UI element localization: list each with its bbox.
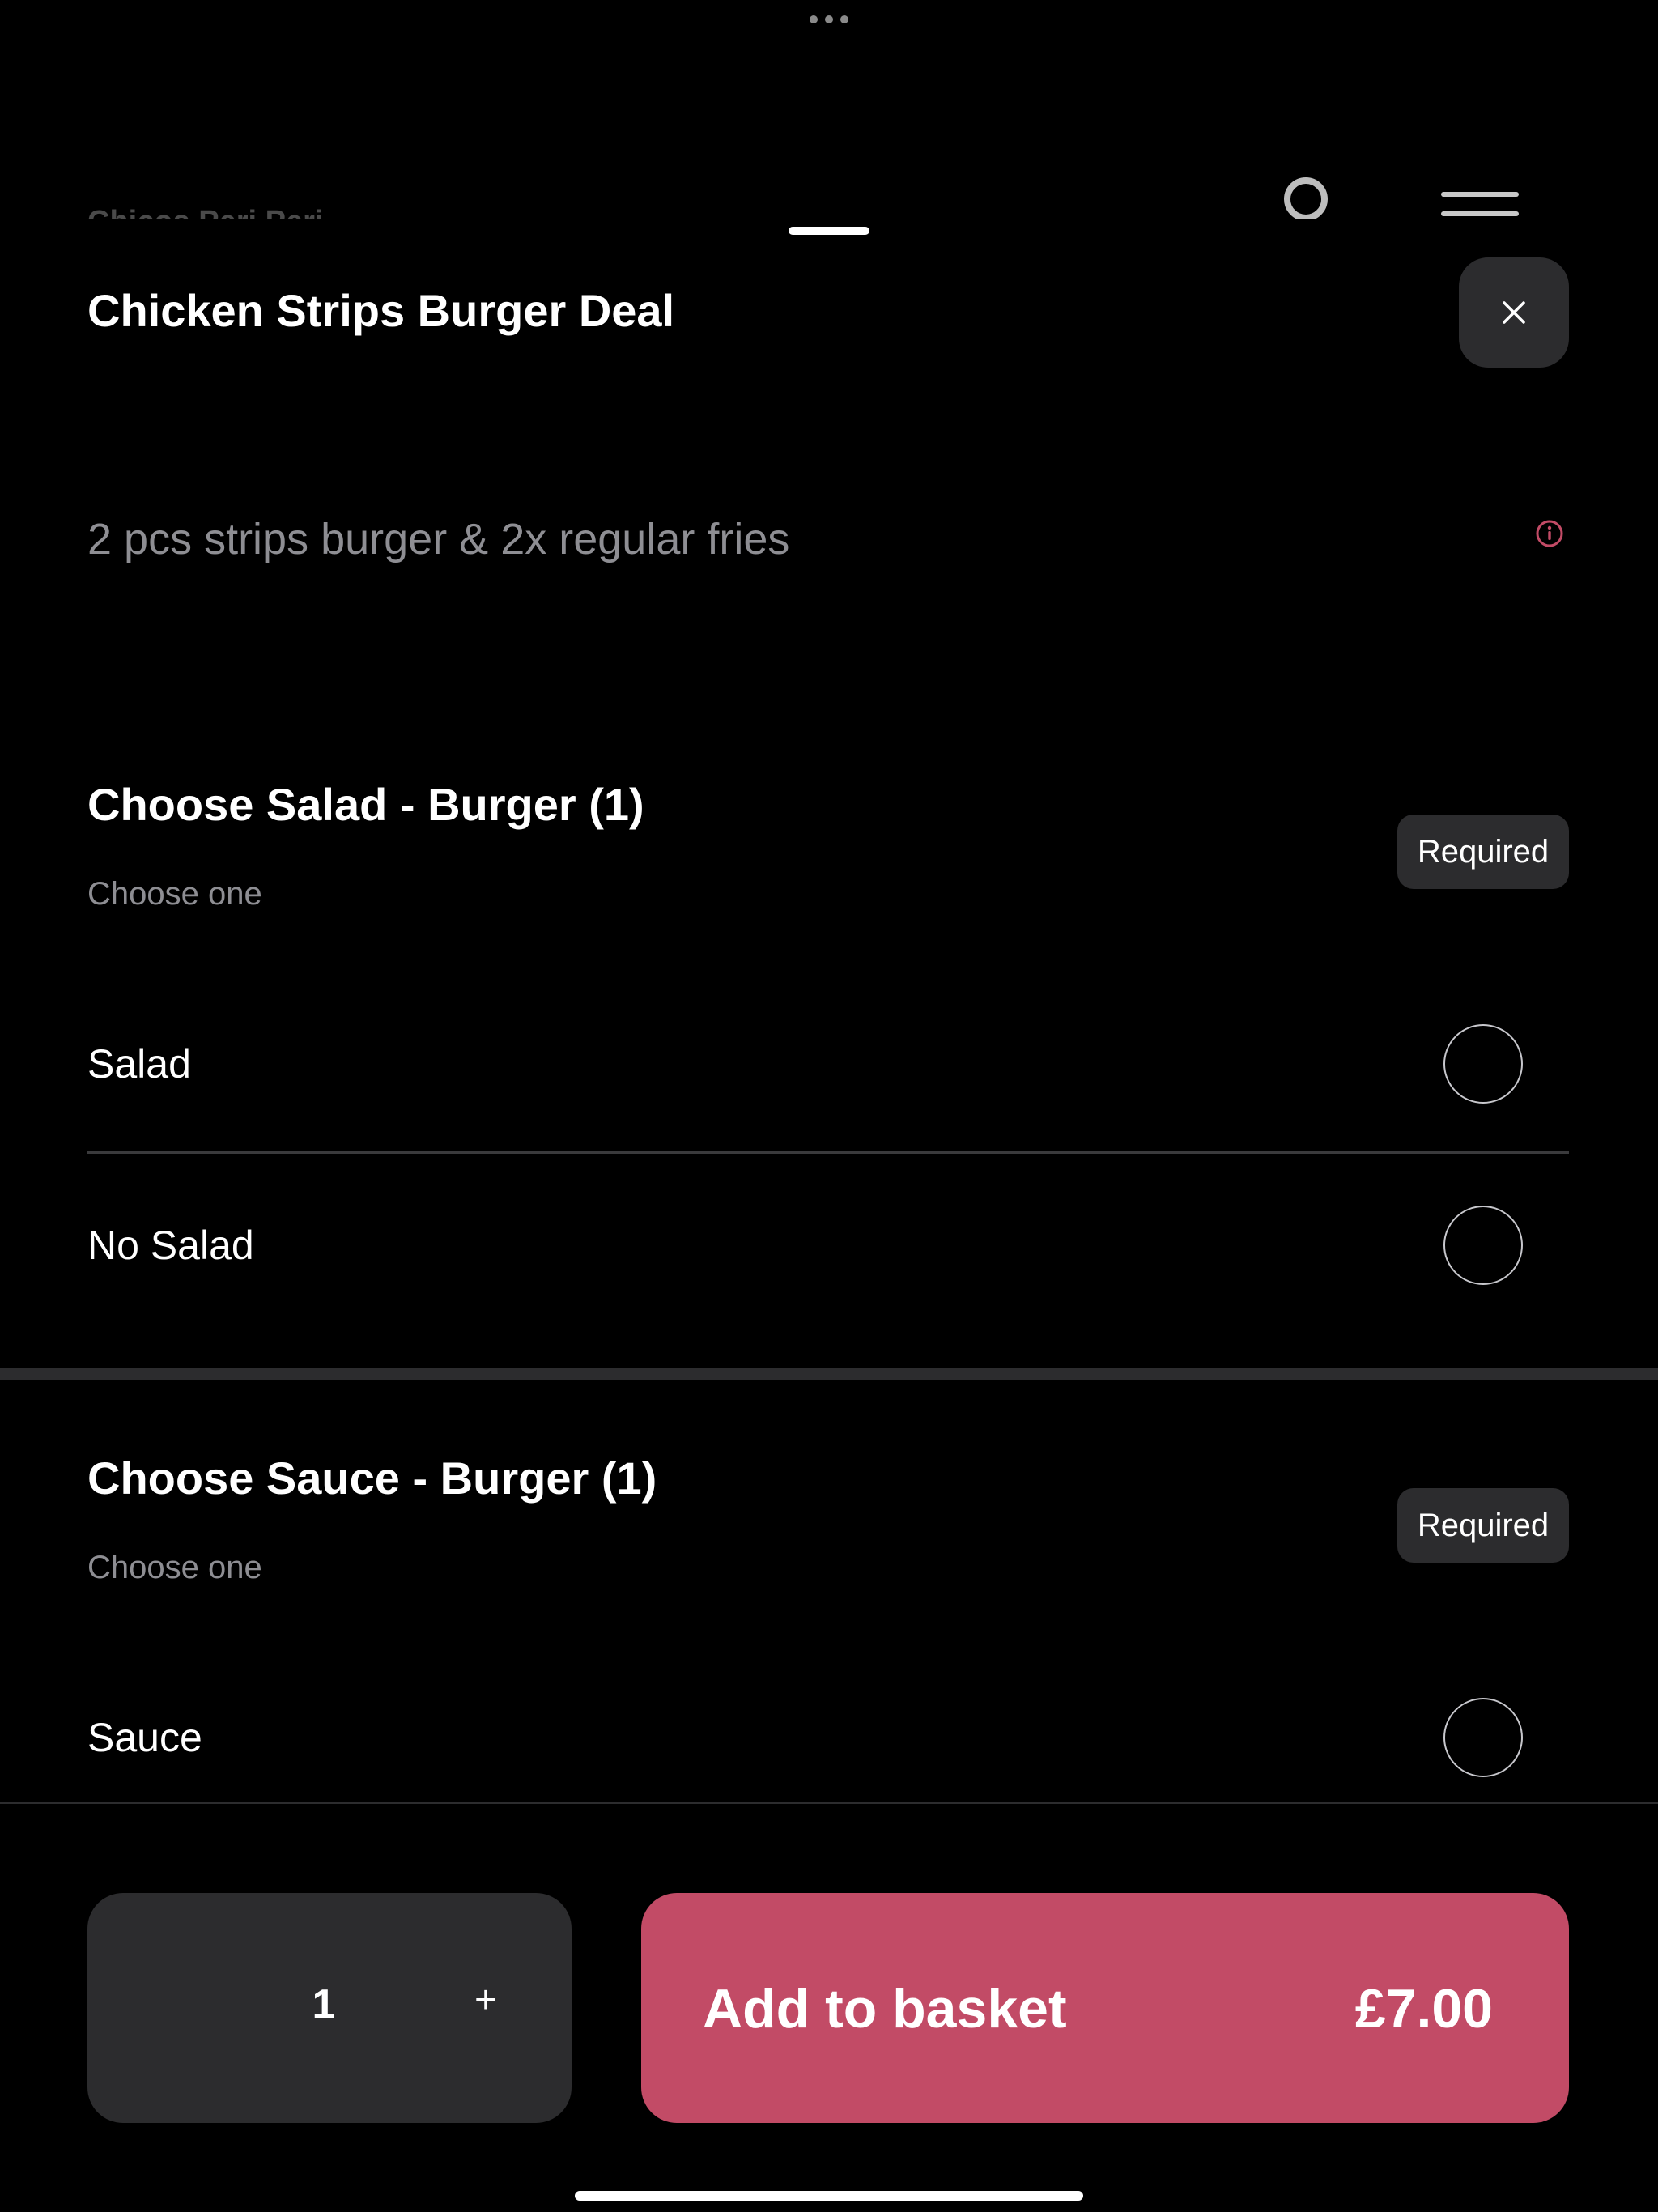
increment-button[interactable]: + xyxy=(453,1967,518,2032)
item-title: Chicken Strips Burger Deal xyxy=(87,285,675,336)
close-icon xyxy=(1503,301,1525,324)
add-to-basket-label: Add to basket xyxy=(703,1978,1067,2040)
loading-icon xyxy=(1284,177,1328,221)
option-salad-radio[interactable] xyxy=(1443,1024,1523,1104)
section-subtitle-salad: Choose one xyxy=(87,876,262,912)
section-title-sauce: Choose Sauce - Burger (1) xyxy=(87,1453,657,1504)
multitasking-dots[interactable] xyxy=(810,15,848,24)
home-indicator[interactable] xyxy=(575,2191,1083,2201)
quantity-value: 1 xyxy=(312,1981,336,2028)
footer-divider xyxy=(0,1802,1658,1804)
dot xyxy=(810,15,818,23)
option-no-salad-radio[interactable] xyxy=(1443,1206,1523,1285)
section-separator xyxy=(0,1368,1658,1380)
sheet-grabber[interactable] xyxy=(789,227,869,235)
option-salad-label: Salad xyxy=(87,1041,191,1087)
section-subtitle-sauce: Choose one xyxy=(87,1550,262,1585)
section-title-salad: Choose Salad - Burger (1) xyxy=(87,779,644,830)
total-price: £7.00 xyxy=(1354,1978,1493,2040)
item-description: 2 pcs strips burger & 2x regular fries xyxy=(87,515,790,564)
dot xyxy=(840,15,848,23)
close-button[interactable] xyxy=(1459,257,1569,368)
option-no-salad-label: No Salad xyxy=(87,1223,254,1268)
option-sauce-label: Sauce xyxy=(87,1715,202,1760)
required-badge: Required xyxy=(1397,815,1569,889)
option-sauce-radio[interactable] xyxy=(1443,1698,1523,1777)
option-divider xyxy=(87,1151,1569,1154)
info-icon[interactable] xyxy=(1535,519,1564,548)
required-badge: Required xyxy=(1397,1488,1569,1563)
dot xyxy=(825,15,833,23)
